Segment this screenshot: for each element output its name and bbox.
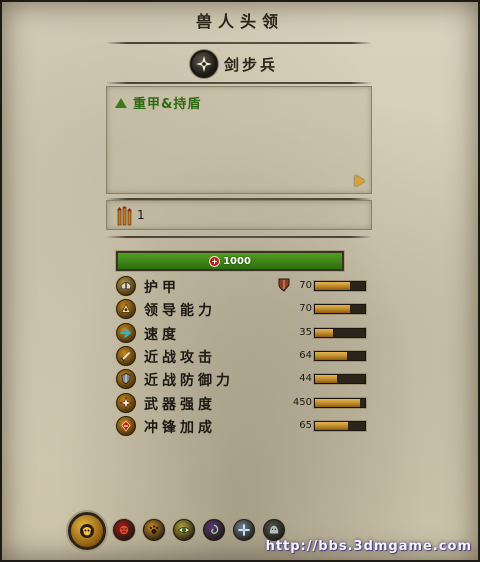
stat-row: 近战攻击 64 (116, 346, 366, 368)
stat-bar-fill (315, 282, 350, 290)
stat-bar-fill (315, 329, 333, 337)
stat-label: 领导能力 (144, 303, 216, 319)
eye-icon[interactable] (173, 519, 195, 541)
stat-value: 64 (299, 350, 312, 361)
expand-arrow-icon[interactable] (355, 175, 365, 187)
charge-bonus-icon (116, 416, 136, 436)
melee-attack-icon (116, 346, 136, 366)
abilities-panel: 重甲&持盾 (106, 86, 372, 194)
stat-value: 70 (299, 280, 312, 291)
stat-bar-fill (315, 305, 350, 313)
health-value: 1000 (223, 255, 251, 267)
stat-label: 近战攻击 (144, 350, 216, 366)
star-emblem-icon (190, 50, 218, 78)
stat-bar (314, 304, 366, 314)
stat-label: 武器强度 (144, 397, 216, 413)
divider (106, 40, 372, 46)
leadership-icon (116, 299, 136, 319)
stat-row: 速度 35 (116, 323, 366, 345)
melee-defence-icon (116, 369, 136, 389)
stat-value: 450 (292, 397, 312, 408)
stat-bar (314, 398, 366, 408)
arcane-swirl-icon[interactable] (203, 519, 225, 541)
speed-arrow-icon (116, 323, 136, 343)
stat-label: 速度 (144, 327, 180, 343)
stat-bar-fill (315, 422, 348, 430)
stat-row: 武器强度 450 (116, 393, 366, 415)
beast-head-icon[interactable] (263, 519, 285, 541)
stat-bar-fill (315, 399, 360, 407)
stat-bar-fill (315, 375, 337, 383)
stat-row: 近战防御力 44 (116, 369, 366, 391)
stat-row: 领导能力 70 (116, 299, 366, 321)
frost-cross-icon[interactable] (233, 519, 255, 541)
stat-bar (314, 351, 366, 361)
ability-item[interactable]: 重甲&持盾 (115, 93, 201, 112)
divider (106, 234, 372, 240)
stat-value: 35 (299, 327, 312, 338)
rage-face-icon[interactable] (113, 519, 135, 541)
weapon-strength-icon (116, 393, 136, 413)
ammo-value: 1 (137, 208, 145, 222)
red-plus-icon (209, 255, 221, 267)
stat-label: 护甲 (144, 280, 180, 296)
stat-bar (314, 374, 366, 384)
stat-label: 冲锋加成 (144, 420, 216, 436)
ability-label: 重甲&持盾 (133, 97, 202, 112)
stat-bar (314, 328, 366, 338)
ammo-panel: 1 (106, 200, 372, 230)
panel-title: 兽人头领 (195, 12, 284, 31)
unit-name: 剑步兵 (224, 56, 279, 74)
orc-boss-ability-icon[interactable] (68, 512, 106, 550)
stat-value: 65 (299, 420, 312, 431)
stat-bar (314, 281, 366, 291)
stat-value: 44 (299, 373, 312, 384)
stat-row: 护甲 70 (116, 276, 366, 298)
stat-value: 70 (299, 303, 312, 314)
stat-bar-fill (315, 352, 347, 360)
stat-label: 近战防御力 (144, 373, 234, 389)
health-bar: 1000 (116, 251, 344, 271)
stat-row: 冲锋加成 65 (116, 416, 366, 438)
stat-bar (314, 421, 366, 431)
paw-icon[interactable] (143, 519, 165, 541)
arrows-quiver-icon (117, 206, 132, 226)
shield-icon (278, 278, 290, 292)
green-triangle-up-icon (115, 97, 127, 108)
watermark-text: http://bbs.3dmgame.com (265, 539, 472, 554)
armor-helmet-icon (116, 276, 136, 296)
